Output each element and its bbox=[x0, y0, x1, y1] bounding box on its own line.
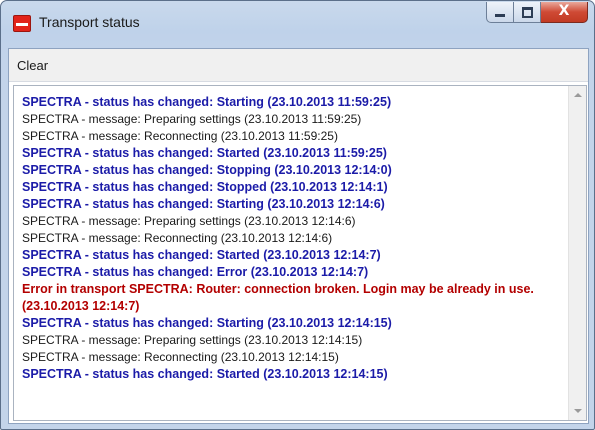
transport-status-window: Transport status X Clear SPECTRA - statu… bbox=[0, 0, 595, 430]
arrow-up-icon bbox=[574, 93, 582, 97]
window-title: Transport status bbox=[39, 14, 140, 30]
maximize-button[interactable] bbox=[514, 2, 541, 23]
app-logo-icon[interactable] bbox=[13, 15, 31, 32]
log-line-error: Error in transport SPECTRA: Router: conn… bbox=[22, 282, 534, 313]
close-button[interactable]: X bbox=[541, 2, 588, 23]
log-line-status: SPECTRA - status has changed: Starting (… bbox=[22, 197, 385, 211]
minimize-button[interactable] bbox=[486, 2, 514, 23]
client-area: Clear SPECTRA - status has changed: Star… bbox=[8, 48, 589, 424]
maximize-icon bbox=[522, 7, 533, 18]
menu-bar: Clear bbox=[9, 49, 588, 82]
log-line-status: SPECTRA - status has changed: Stopped (2… bbox=[22, 180, 388, 194]
scroll-up-button[interactable] bbox=[569, 86, 586, 103]
clear-menu-item[interactable]: Clear bbox=[17, 58, 48, 73]
log-text-box[interactable]: SPECTRA - status has changed: Starting (… bbox=[13, 85, 587, 421]
vertical-scrollbar[interactable] bbox=[568, 86, 586, 420]
log-line-status: SPECTRA - status has changed: Started (2… bbox=[22, 248, 381, 262]
log-line-status: SPECTRA - status has changed: Stopping (… bbox=[22, 163, 392, 177]
log-line-message: SPECTRA - message: Reconnecting (23.10.2… bbox=[22, 129, 338, 143]
log-line-status: SPECTRA - status has changed: Started (2… bbox=[22, 146, 387, 160]
minimize-icon bbox=[495, 14, 505, 17]
arrow-down-icon bbox=[574, 409, 582, 413]
close-icon: X bbox=[558, 3, 570, 19]
log-line-status: SPECTRA - status has changed: Started (2… bbox=[22, 367, 388, 381]
log-line-status: SPECTRA - status has changed: Error (23.… bbox=[22, 265, 369, 279]
caption-buttons: X bbox=[486, 2, 588, 24]
log-line-status: SPECTRA - status has changed: Starting (… bbox=[22, 316, 392, 330]
scroll-down-button[interactable] bbox=[569, 403, 586, 420]
log-line-message: SPECTRA - message: Preparing settings (2… bbox=[22, 214, 356, 228]
log-lines: SPECTRA - status has changed: Starting (… bbox=[22, 94, 562, 383]
log-line-message: SPECTRA - message: Preparing settings (2… bbox=[22, 333, 363, 347]
log-line-status: SPECTRA - status has changed: Starting (… bbox=[22, 95, 392, 109]
title-bar[interactable]: Transport status X bbox=[1, 1, 594, 41]
log-line-message: SPECTRA - message: Reconnecting (23.10.2… bbox=[22, 350, 339, 364]
log-line-message: SPECTRA - message: Preparing settings (2… bbox=[22, 112, 362, 126]
log-line-message: SPECTRA - message: Reconnecting (23.10.2… bbox=[22, 231, 333, 245]
